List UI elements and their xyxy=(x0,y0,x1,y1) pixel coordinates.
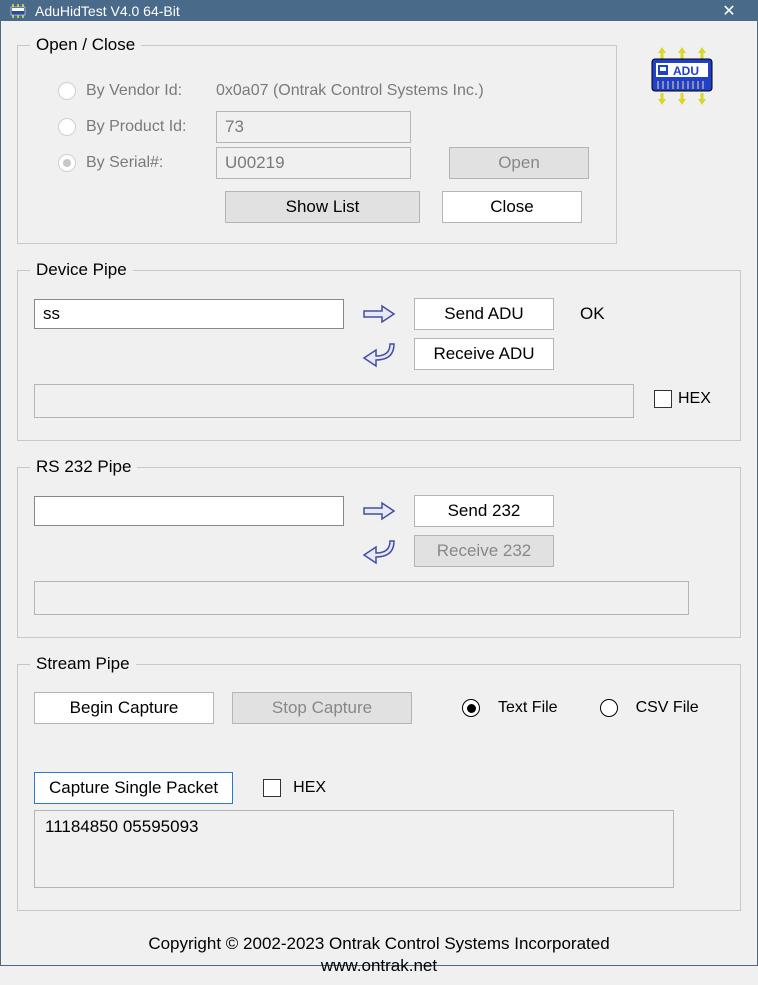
arrow-curve-icon xyxy=(362,340,396,368)
titlebar: AduHidTest V4.0 64-Bit ✕ xyxy=(1,1,757,21)
rs232-pipe-group: RS 232 Pipe Send 232 Receive 232 xyxy=(17,457,741,638)
app-icon xyxy=(9,2,27,20)
rs232-output xyxy=(34,581,689,615)
open-button[interactable]: Open xyxy=(449,147,589,179)
send-adu-button[interactable]: Send ADU xyxy=(414,298,554,330)
adu-logo-icon: ADU xyxy=(647,47,717,105)
device-hex-label: HEX xyxy=(678,390,711,408)
stream-hex-checkbox[interactable] xyxy=(263,779,281,797)
serial-field[interactable]: U00219 xyxy=(216,147,411,179)
openclose-legend: Open / Close xyxy=(30,35,141,55)
product-field[interactable]: 73 xyxy=(216,111,411,143)
radio-product[interactable] xyxy=(58,118,76,136)
radio-vendor[interactable] xyxy=(58,82,76,100)
radio-vendor-label: By Vendor Id: xyxy=(86,82,206,100)
stream-hex-label: HEX xyxy=(293,779,326,797)
device-status: OK xyxy=(580,304,605,324)
rs232-pipe-legend: RS 232 Pipe xyxy=(30,457,137,477)
device-pipe-group: Device Pipe Send ADU OK Receive ADU xyxy=(17,260,741,441)
close-button[interactable]: Close xyxy=(442,191,582,223)
openclose-group: Open / Close By Vendor Id: 0x0a07 (Ontra… xyxy=(17,35,617,244)
send-232-button[interactable]: Send 232 xyxy=(414,495,554,527)
arrow-right-icon xyxy=(362,497,396,525)
packet-output: 11184850 05595093 xyxy=(34,810,674,888)
device-pipe-legend: Device Pipe xyxy=(30,260,133,280)
begin-capture-button[interactable]: Begin Capture xyxy=(34,692,214,724)
close-icon[interactable]: ✕ xyxy=(709,1,749,21)
showlist-button[interactable]: Show List xyxy=(225,191,420,223)
copyright-text: Copyright © 2002-2023 Ontrak Control Sys… xyxy=(17,933,741,955)
stream-pipe-group: Stream Pipe Begin Capture Stop Capture T… xyxy=(17,654,741,911)
svg-text:ADU: ADU xyxy=(673,64,699,78)
vendor-text: 0x0a07 (Ontrak Control Systems Inc.) xyxy=(216,82,484,100)
footer: Copyright © 2002-2023 Ontrak Control Sys… xyxy=(17,933,741,977)
radio-csv-file[interactable] xyxy=(600,699,618,717)
radio-serial-label: By Serial#: xyxy=(86,154,206,172)
client-area: Open / Close By Vendor Id: 0x0a07 (Ontra… xyxy=(1,21,757,985)
arrow-curve-icon xyxy=(362,537,396,565)
receive-adu-button[interactable]: Receive ADU xyxy=(414,338,554,370)
device-hex-checkbox[interactable] xyxy=(654,390,672,408)
stream-pipe-legend: Stream Pipe xyxy=(30,654,136,674)
device-input[interactable] xyxy=(34,299,344,329)
website-text: www.ontrak.net xyxy=(17,955,741,977)
rs232-input[interactable] xyxy=(34,496,344,526)
window-title: AduHidTest V4.0 64-Bit xyxy=(35,3,709,19)
radio-product-label: By Product Id: xyxy=(86,118,206,136)
receive-232-button[interactable]: Receive 232 xyxy=(414,535,554,567)
radio-text-file[interactable] xyxy=(462,699,480,717)
csv-file-label: CSV File xyxy=(636,699,699,717)
stop-capture-button[interactable]: Stop Capture xyxy=(232,692,412,724)
capture-single-button[interactable]: Capture Single Packet xyxy=(34,772,233,804)
app-window: AduHidTest V4.0 64-Bit ✕ Open / Close By… xyxy=(0,0,758,966)
arrow-right-icon xyxy=(362,300,396,328)
radio-serial[interactable] xyxy=(58,154,76,172)
text-file-label: Text File xyxy=(498,699,558,717)
device-output xyxy=(34,384,634,418)
